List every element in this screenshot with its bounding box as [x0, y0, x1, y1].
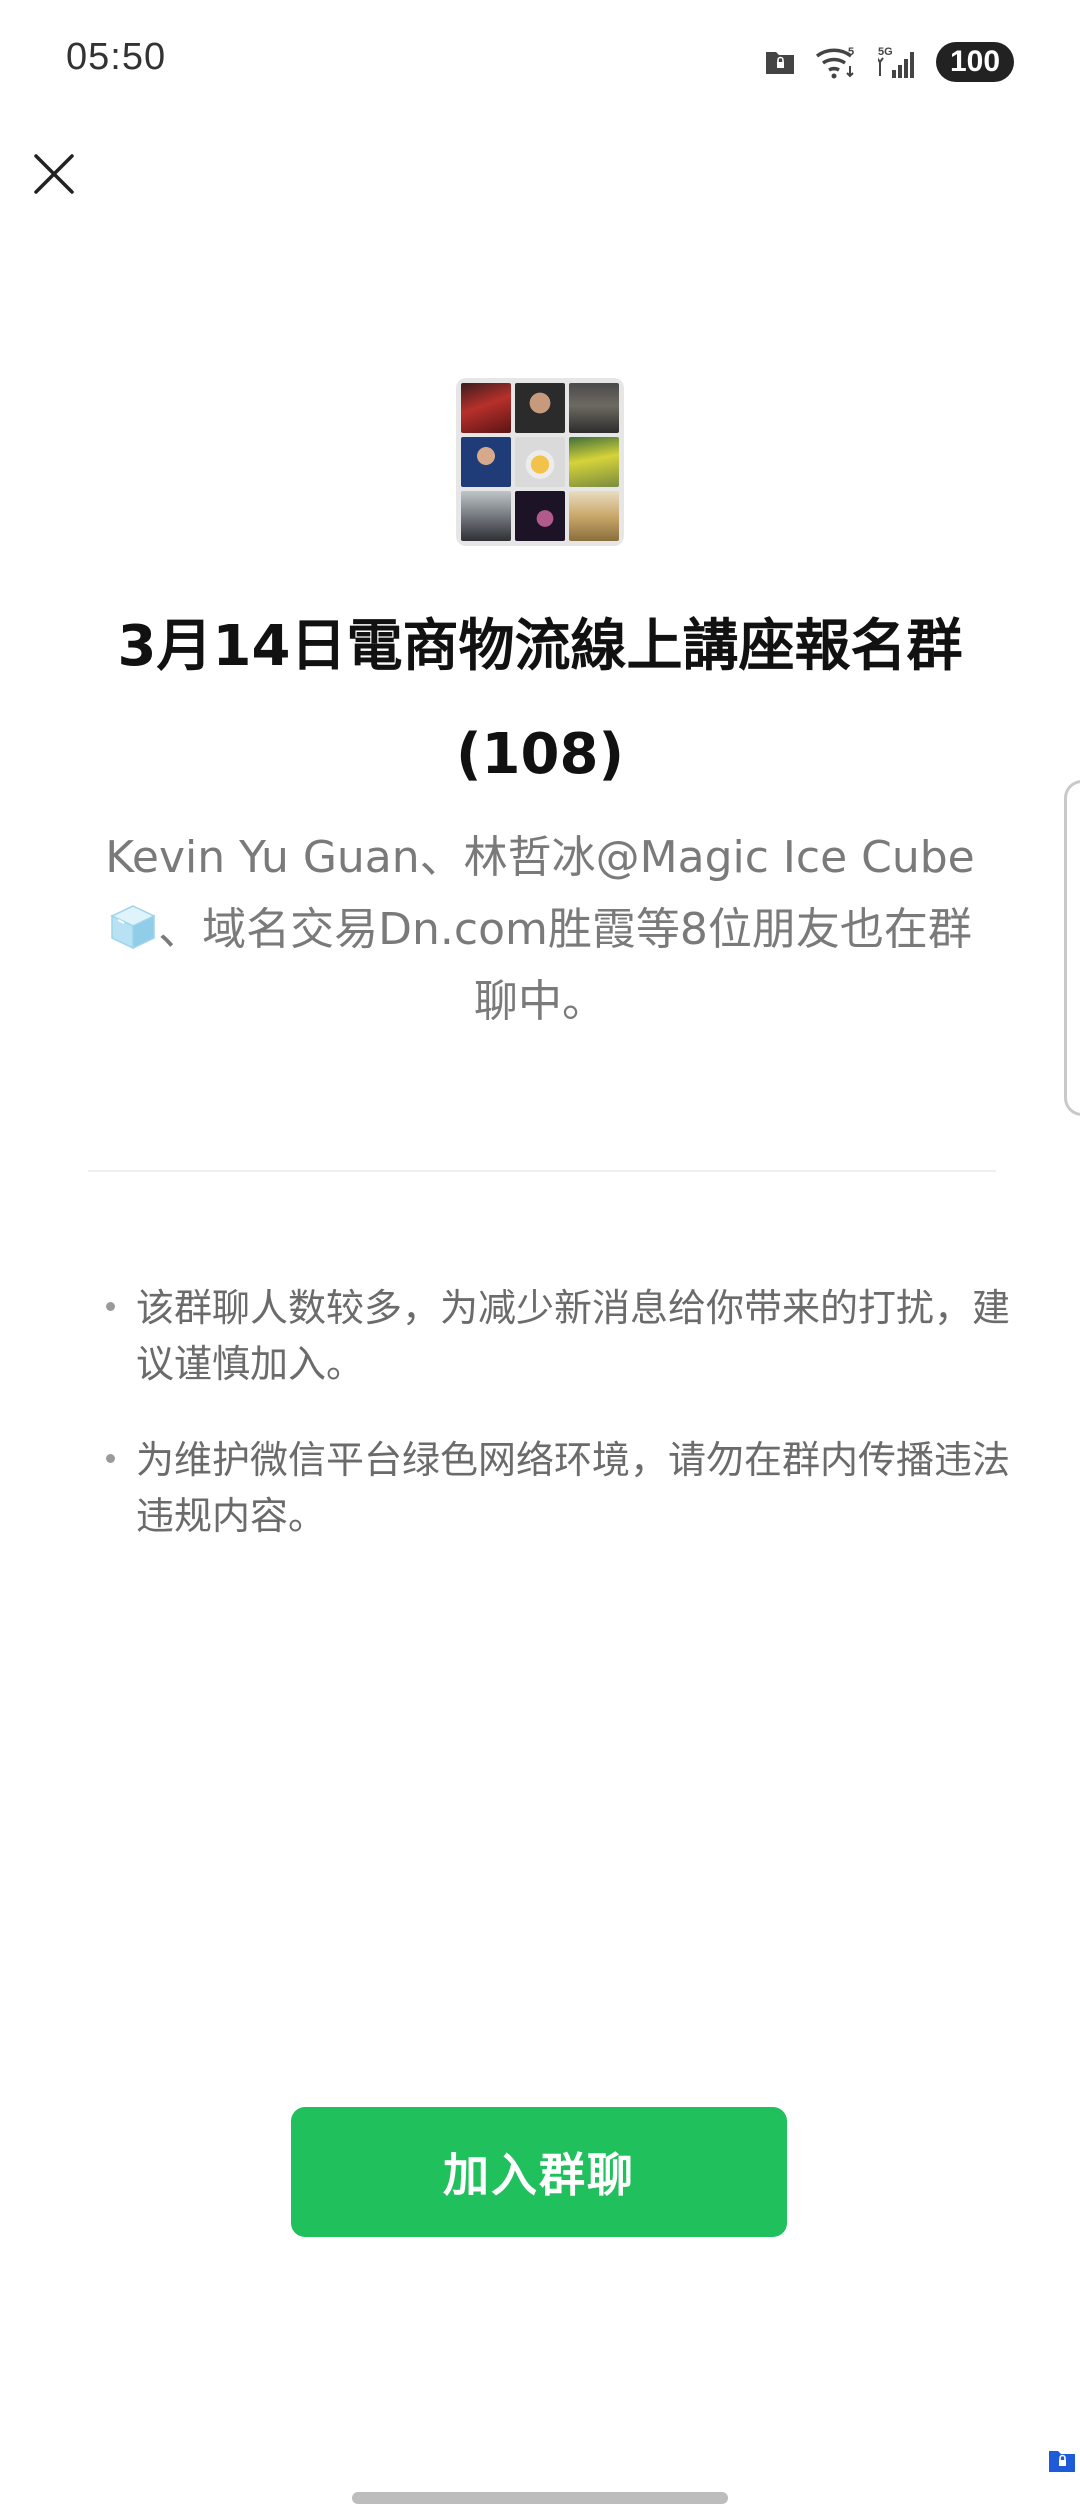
folder-lock-icon[interactable] — [1048, 2446, 1076, 2474]
battery-indicator: 100 — [936, 42, 1014, 82]
close-icon — [34, 154, 74, 194]
side-edge-handle[interactable] — [1064, 780, 1080, 1116]
ice-cube-emoji-icon — [110, 905, 156, 950]
folder-lock-icon — [764, 48, 796, 76]
notice-item: 该群聊人数较多，为减少新消息给你带来的打扰，建议谨慎加入。 — [106, 1280, 1016, 1392]
signal-icon: 5G — [878, 44, 918, 80]
bullet-icon — [106, 1302, 115, 1311]
member-avatar — [515, 491, 565, 541]
divider — [88, 1170, 996, 1172]
cell-badge: 5G — [878, 46, 893, 58]
wifi-badge: 5 — [848, 46, 854, 58]
notice-text: 该群聊人数较多，为减少新消息给你带来的打扰，建议谨慎加入。 — [136, 1286, 1011, 1386]
home-indicator[interactable] — [352, 2492, 728, 2504]
status-bar: 05:50 5 5G 100 — [0, 0, 1080, 120]
member-avatar — [515, 437, 565, 487]
group-title: 3月14日電商物流線上講座報名群 — [117, 614, 963, 679]
bullet-icon — [106, 1454, 115, 1463]
join-group-button[interactable]: 加入群聊 — [291, 2107, 787, 2237]
status-time: 05:50 — [66, 36, 167, 78]
member-avatar — [461, 437, 511, 487]
member-avatar — [569, 491, 619, 541]
status-icons: 5 5G 100 — [764, 38, 1014, 86]
friends-text-part1: Kevin Yu Guan、林哲冰@Magic Ice Cube — [105, 832, 975, 883]
member-avatar — [569, 383, 619, 433]
wifi-icon: 5 — [814, 44, 860, 80]
notice-item: 为维护微信平台绿色网络环境，请勿在群内传播违法违规内容。 — [106, 1432, 1016, 1544]
close-button[interactable] — [22, 142, 86, 206]
friends-in-group: Kevin Yu Guan、林哲冰@Magic Ice Cube 、域名交易Dn… — [90, 822, 990, 1038]
member-avatar — [515, 383, 565, 433]
member-avatar — [461, 383, 511, 433]
member-avatar — [461, 491, 511, 541]
group-member-count: (108) — [455, 722, 625, 787]
friends-text-part2: 、域名交易Dn.com胜霞等8位朋友也在群聊中。 — [158, 904, 972, 1027]
group-avatar — [456, 378, 624, 546]
notice-text: 为维护微信平台绿色网络环境，请勿在群内传播违法违规内容。 — [136, 1438, 1011, 1538]
member-avatar — [569, 437, 619, 487]
